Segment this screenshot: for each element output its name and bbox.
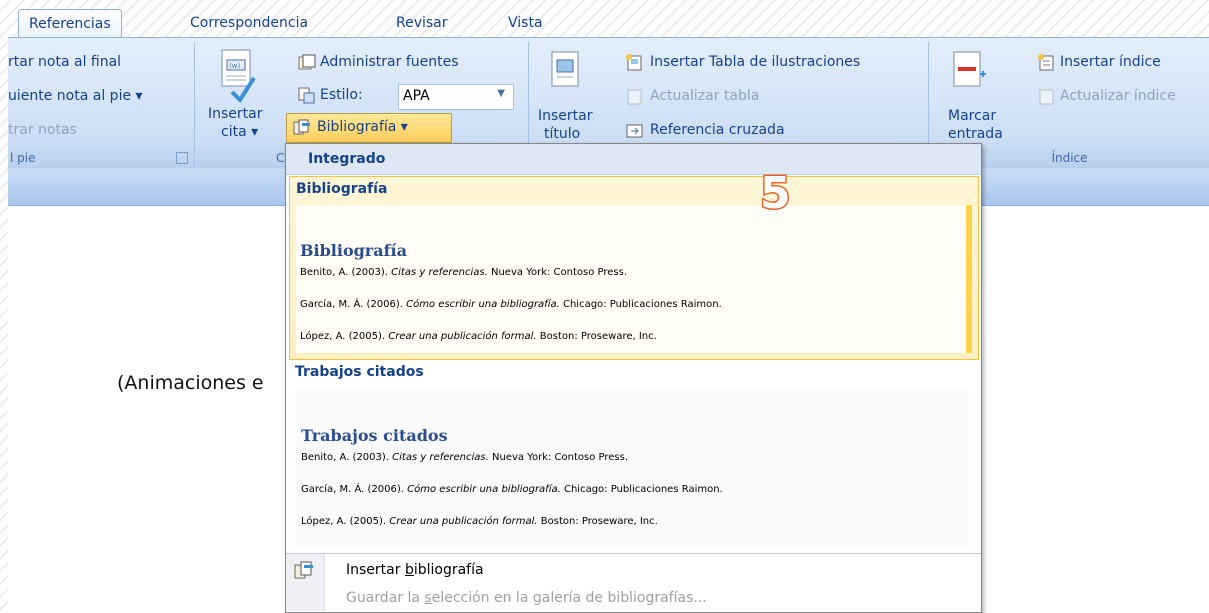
tab-correspondencia[interactable]: Correspondencia	[180, 9, 318, 37]
insert-bibliography-icon	[294, 560, 316, 584]
table-figures-icon	[626, 54, 642, 71]
preview-entry: López, A. (2005). Crear una publicación …	[301, 516, 658, 527]
insert-index-icon	[1038, 54, 1054, 71]
mark-entry-icon[interactable]	[952, 50, 988, 94]
style-value: APA	[403, 88, 430, 104]
insert-bibliography-menu-item[interactable]: Insertar bibliografía	[346, 562, 484, 578]
insert-citation-icon[interactable]: (w)	[218, 48, 258, 106]
insert-citation-label-2[interactable]: cita ▾	[221, 124, 258, 140]
dialog-launcher-icon[interactable]	[176, 152, 188, 164]
update-table-button[interactable]: Actualizar tabla	[650, 88, 759, 104]
style-select[interactable]: APA ▼	[398, 84, 514, 110]
cross-reference-icon	[626, 122, 643, 138]
gallery-item-label: Trabajos citados	[295, 364, 424, 380]
bibliography-button-label: Bibliografía ▾	[317, 119, 408, 135]
save-selection-menu-item[interactable]: Guardar la selección en la galería de bi…	[346, 590, 707, 606]
style-icon	[298, 87, 315, 104]
mark-entry-label[interactable]: Marcar	[948, 108, 996, 124]
update-index-icon	[1038, 88, 1054, 105]
show-notes-button[interactable]: trar notas	[8, 122, 77, 138]
insert-caption-icon[interactable]	[550, 50, 582, 90]
cross-reference-button[interactable]: Referencia cruzada	[650, 122, 785, 138]
dropdown-header-integrado: Integrado	[286, 144, 981, 175]
tab-revisar[interactable]: Revisar	[386, 9, 458, 37]
insert-caption-label-2[interactable]: título	[544, 126, 580, 142]
gallery-item-bibliografia[interactable]: Bibliografía Bibliografía Benito, A. (20…	[289, 176, 979, 360]
ribbon-tab-bar: Referencias Correspondencia Revisar Vist…	[0, 0, 1209, 38]
insert-caption-label[interactable]: Insertar	[538, 108, 593, 124]
step-number-overlay: 5	[759, 167, 793, 221]
document-text: (Animaciones e	[117, 372, 264, 394]
gallery-item-label: Bibliografía	[296, 181, 388, 197]
gallery-item-trabajos-citados[interactable]: Trabajos citados Trabajos citados Benito…	[289, 360, 977, 552]
bibliography-button[interactable]: Bibliografía ▾	[286, 113, 452, 143]
mark-entry-label-2[interactable]: entrada	[948, 126, 1003, 142]
insert-table-figures-button[interactable]: Insertar Tabla de ilustraciones	[650, 54, 860, 70]
update-index-button[interactable]: Actualizar índice	[1060, 88, 1176, 104]
tab-vista[interactable]: Vista	[498, 9, 553, 37]
bibliography-icon	[293, 118, 313, 140]
preview-entry: Benito, A. (2003). Citas y referencias. …	[301, 452, 629, 463]
insert-citation-label[interactable]: Insertar	[208, 106, 263, 122]
footnotes-group: rtar nota al final uiente nota al pie ▾ …	[8, 42, 195, 168]
insert-index-button[interactable]: Insertar índice	[1060, 54, 1161, 70]
style-label: Estilo:	[320, 87, 363, 103]
manage-sources-icon	[298, 54, 316, 70]
manage-sources-button[interactable]: Administrar fuentes	[320, 54, 459, 70]
footnotes-group-label: l pie	[8, 148, 194, 168]
insert-endnote-button[interactable]: rtar nota al final	[8, 54, 121, 70]
preview-entry: García, M. Á. (2006). Cómo escribir una …	[300, 299, 722, 310]
preview-entry: López, A. (2005). Crear una publicación …	[300, 331, 657, 342]
chevron-down-icon: ▼	[497, 88, 505, 99]
preview-entry: García, M. Á. (2006). Cómo escribir una …	[301, 484, 723, 495]
tab-referencias[interactable]: Referencias	[18, 9, 122, 38]
preview-title: Trabajos citados	[301, 426, 448, 445]
preview-entry: Benito, A. (2003). Citas y referencias. …	[300, 267, 628, 278]
bibliography-dropdown: Integrado Bibliografía Bibliografía Beni…	[285, 143, 982, 613]
svg-text:(w): (w)	[229, 62, 240, 70]
next-footnote-button[interactable]: uiente nota al pie ▾	[8, 88, 143, 104]
gallery-preview: Bibliografía Benito, A. (2003). Citas y …	[296, 205, 972, 353]
update-table-icon	[626, 88, 643, 105]
menu-separator	[286, 553, 981, 554]
preview-title: Bibliografía	[300, 241, 407, 260]
gallery-preview: Trabajos citados Benito, A. (2003). Cita…	[295, 390, 969, 548]
